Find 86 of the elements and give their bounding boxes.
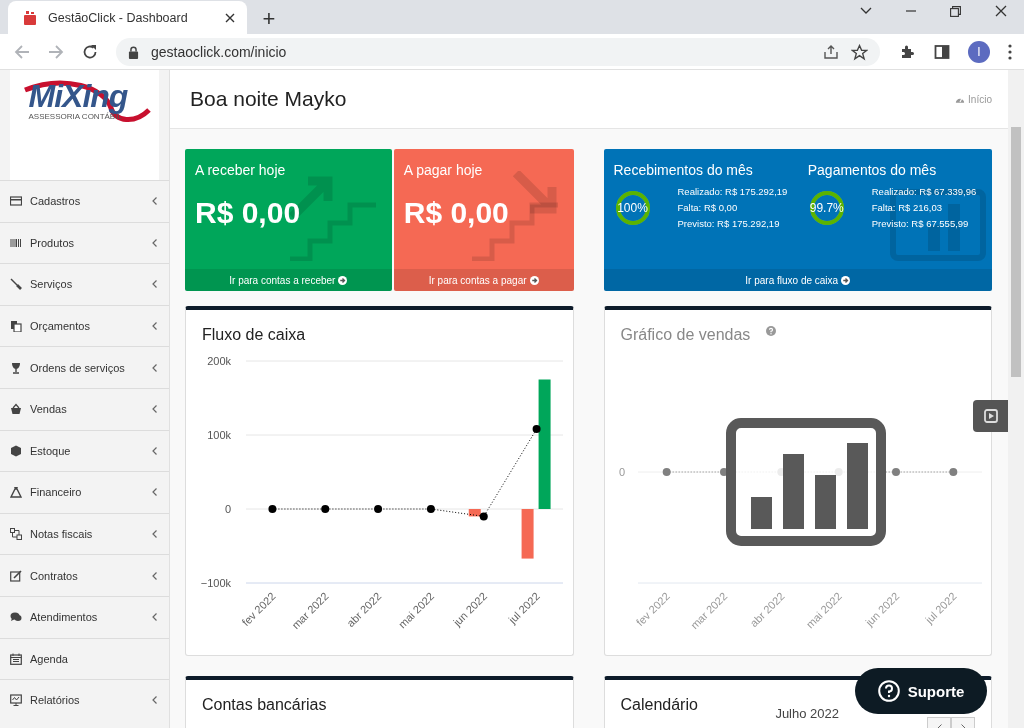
sidebar-item[interactable]: Serviços xyxy=(0,263,169,305)
chart-point xyxy=(479,512,488,521)
sidebar-item[interactable]: Ordens de serviços xyxy=(0,346,169,388)
card-title: A pagar hoje xyxy=(402,161,484,178)
side-panel-icon[interactable] xyxy=(934,44,950,60)
presentation-icon xyxy=(10,694,22,707)
profile-avatar[interactable]: I xyxy=(968,41,990,63)
app-logo-icon xyxy=(22,9,38,26)
chart-bar xyxy=(468,509,481,517)
edit-icon xyxy=(10,569,22,582)
card-icon xyxy=(10,195,22,208)
trophy-icon xyxy=(10,361,22,374)
no-data-chart-icon xyxy=(725,418,886,546)
reload-icon[interactable] xyxy=(82,44,98,60)
axis-label: 0 xyxy=(224,503,231,515)
chart-point xyxy=(268,505,277,513)
greeting-title: Boa noite Mayko xyxy=(190,87,347,111)
star-icon[interactable] xyxy=(851,43,868,61)
sidebar-item[interactable]: Notas fiscais xyxy=(0,512,169,555)
screwdriver-icon xyxy=(10,278,22,291)
lock-icon xyxy=(128,45,139,59)
card-footer-link[interactable]: Ir para contas a pagar xyxy=(393,269,574,291)
amount-text: Falta: R$ 0,00 xyxy=(677,201,739,215)
card-amount: R$ 0,00 xyxy=(403,196,509,230)
sitemap-icon xyxy=(10,528,22,541)
address-field[interactable]: gestaoclick.com/inicio xyxy=(116,38,880,66)
axis-label: 0 xyxy=(618,466,625,478)
cube-icon xyxy=(10,444,22,457)
amount-text: Falta: R$ 216,03 xyxy=(871,201,943,215)
video-button[interactable] xyxy=(973,400,1008,432)
panel-title: Fluxo de caixa xyxy=(201,325,307,344)
sidebar-item[interactable]: Estoque xyxy=(0,429,169,472)
sidebar-item[interactable]: Orçamentos xyxy=(0,304,169,347)
section-title: Recebimentos do mês xyxy=(612,161,754,178)
chart-point xyxy=(374,505,383,513)
sidebar-item[interactable]: Relatórios xyxy=(0,679,169,721)
amount-text: Realizado: R$ 67.339,96 xyxy=(871,185,978,199)
sidebar-item[interactable]: Atendimentos xyxy=(0,595,169,638)
card-title: A receber hoje xyxy=(194,161,287,178)
documents-icon xyxy=(10,320,22,333)
barcode-icon xyxy=(10,236,22,249)
card-amount: R$ 0,00 xyxy=(195,196,301,230)
close-icon[interactable] xyxy=(225,12,235,23)
menu-icon[interactable] xyxy=(1008,44,1012,60)
help-icon xyxy=(877,680,900,702)
support-button[interactable]: Suporte xyxy=(855,668,987,714)
chart-bar xyxy=(521,509,534,559)
url-text: gestaoclick.com/inicio xyxy=(151,44,287,60)
chevron-down-icon[interactable] xyxy=(860,7,872,15)
sidebar-item[interactable]: Contratos xyxy=(0,554,169,596)
sidebar-item[interactable]: Agenda xyxy=(0,637,169,680)
axis-label: 100k xyxy=(207,429,231,441)
arrow-circle-icon xyxy=(841,275,851,285)
sidebar-item[interactable]: Cadastros xyxy=(0,180,169,222)
chart-point xyxy=(532,425,541,434)
panel-title: Gráfico de vendas xyxy=(619,325,752,344)
basket-icon xyxy=(10,403,22,416)
tab-title: GestãoClick - Dashboard xyxy=(48,10,189,25)
chart-point xyxy=(426,505,435,513)
amount-text: Previsto: R$ 67.555,99 xyxy=(871,217,970,231)
panel-title: Contas bancárias xyxy=(201,695,328,714)
play-icon xyxy=(983,409,998,423)
chart-point xyxy=(321,505,330,513)
arrow-circle-icon xyxy=(338,275,348,285)
arrow-circle-icon xyxy=(529,275,539,285)
amount-text: Previsto: R$ 175.292,19 xyxy=(677,217,781,231)
sidebar-item[interactable]: Financeiro xyxy=(0,471,169,513)
chat-icon xyxy=(10,611,22,624)
amount-text: Realizado: R$ 175.292,19 xyxy=(677,185,789,199)
scrollbar[interactable] xyxy=(1008,70,1024,728)
restore-icon[interactable] xyxy=(950,5,961,17)
help-icon[interactable] xyxy=(766,326,777,336)
card-footer-link[interactable]: Ir para contas a receber xyxy=(185,269,392,291)
puzzle-icon[interactable] xyxy=(900,44,916,60)
calendar-month: Julho 2022 xyxy=(775,706,839,721)
share-icon[interactable] xyxy=(823,44,839,60)
browser-tab[interactable]: GestãoClick - Dashboard xyxy=(8,1,247,34)
sidebar-item[interactable]: Produtos xyxy=(0,221,169,264)
axis-label: −100k xyxy=(200,577,231,589)
new-tab-button[interactable]: + xyxy=(255,4,283,34)
card-footer-link[interactable]: Ir para fluxo de caixa xyxy=(603,269,992,291)
section-title: Pagamentos do mês xyxy=(806,161,938,178)
axis-label: 200k xyxy=(207,355,231,367)
sidebar-item[interactable]: Vendas xyxy=(0,387,169,430)
panel-title: Calendário xyxy=(619,695,699,714)
close-icon[interactable] xyxy=(995,5,1007,17)
